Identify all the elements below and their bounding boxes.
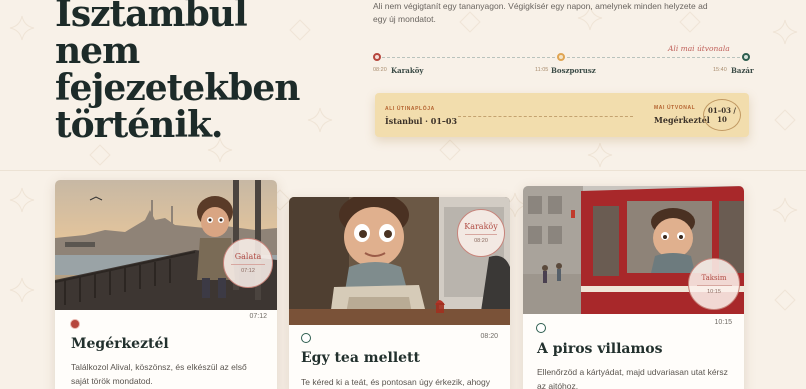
status-dot: [301, 333, 311, 343]
timeline-now-label: Ali mai útvonala: [668, 44, 730, 53]
timeline-stop-name[interactable]: Boszporusz: [551, 66, 596, 75]
card-time: 10:15: [714, 319, 732, 326]
card-description: Ellenőrzöd a kártyádat, majd udvariasan …: [537, 367, 728, 389]
stamp-time: 07:12: [241, 268, 255, 274]
stamp-divider: [464, 234, 498, 235]
card-description: Te kéred ki a teát, és pontosan úgy érke…: [301, 377, 491, 387]
hero-title: Isztambul nem fejezetekben történik.: [55, 0, 355, 144]
stamp-place: Karaköy: [464, 222, 498, 231]
hero-line-1: Isztambul: [55, 0, 248, 35]
lesson-card-2[interactable]: Karaköy 08:20 08:20 Egy tea mellett Te k…: [289, 197, 510, 389]
hero-line-3: fejezetekben: [55, 67, 300, 109]
stamp-divider: [696, 284, 732, 286]
timeline-stop-time: 08:20: [373, 67, 387, 73]
timeline-stop-name[interactable]: Bazár: [731, 66, 754, 75]
timeline-stop-name[interactable]: Karaköy: [391, 66, 423, 75]
lesson-card-3[interactable]: Taksim 10:15 10:15 A piros villamos Elle…: [523, 186, 744, 389]
hero-line-4: történik.: [55, 104, 223, 146]
card-title[interactable]: A piros villamos: [537, 341, 663, 357]
ticket-progress-stamp: 01–03 / 10: [703, 99, 741, 131]
location-stamp: Karaköy 08:20: [457, 209, 505, 257]
location-stamp: Galata 07:12: [223, 238, 273, 288]
stamp-divider: [231, 264, 265, 265]
status-dot: [536, 323, 546, 333]
stamp-place: Taksim: [701, 273, 727, 282]
location-stamp: Taksim 10:15: [688, 258, 740, 310]
timeline-stop-time: 15:40: [713, 67, 727, 73]
ticket-right-label: MAI ÚTVONAL: [654, 105, 696, 111]
timeline-stop-dot[interactable]: [742, 53, 750, 61]
card-title[interactable]: Egy tea mellett: [301, 350, 420, 366]
stamp-time: 08:20: [474, 238, 488, 244]
card-title[interactable]: Megérkeztél: [71, 336, 169, 352]
status-dot: [70, 319, 80, 329]
ticket-right-value: Megérkeztél: [654, 115, 710, 125]
card-time: 07:12: [249, 313, 267, 320]
stamp-time: 10:15: [707, 288, 721, 295]
hero-line-2: nem: [55, 30, 140, 72]
card-description: Találkozol Alival, köszönsz, és elkészül…: [71, 362, 247, 386]
timeline-stop-time: 11:05: [535, 67, 549, 73]
ticket-left-value: İstanbul · 01–03: [385, 116, 458, 126]
section-divider: [0, 170, 806, 171]
card-time: 08:20: [480, 333, 498, 340]
ticket-left-label: ALI ÚTINAPLÓJA: [385, 106, 435, 112]
timeline-stop-dot[interactable]: [557, 53, 565, 61]
ticket-divider: [458, 116, 633, 117]
stamp-place: Galata: [234, 252, 262, 261]
timeline-stop-dot[interactable]: [373, 53, 381, 61]
lesson-card-1[interactable]: Galata 07:12 07:12 Megérkeztél Találkozo…: [55, 180, 277, 389]
intro-text: Ali nem végigtanít egy tananyagon. Végig…: [373, 1, 708, 24]
